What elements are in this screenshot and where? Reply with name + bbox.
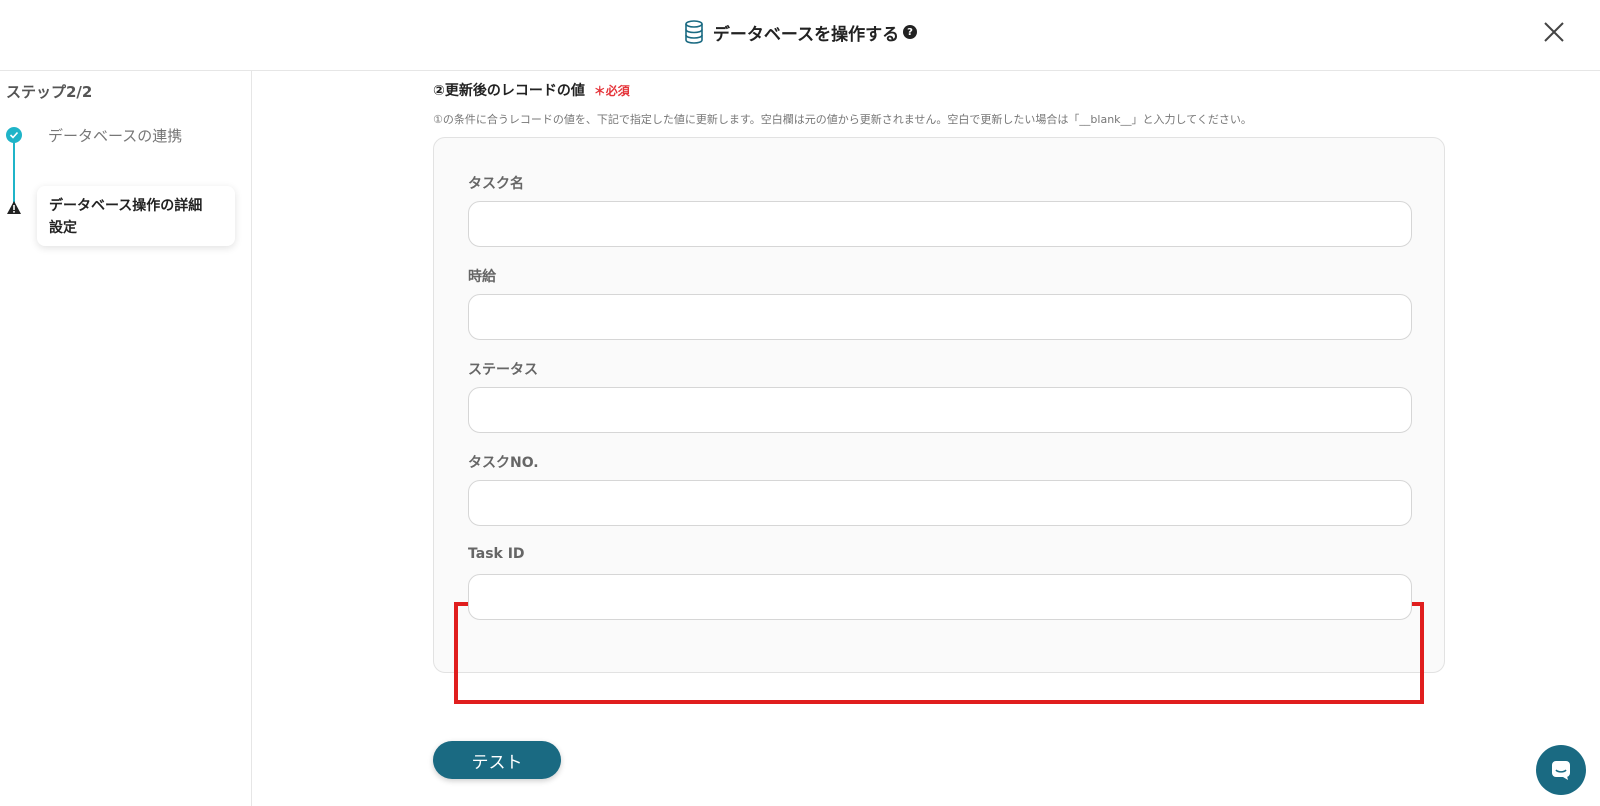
field-label-task-name: タスク名	[468, 176, 524, 192]
sidebar-step-operation-detail[interactable]: データベース操作の詳細 設定	[37, 186, 235, 246]
chat-icon	[1552, 761, 1570, 780]
status-input[interactable]	[468, 387, 1412, 433]
field-label-task-no: タスクNO.	[468, 455, 539, 471]
header-title-group: データベースを操作する ?	[0, 19, 1600, 45]
required-badge: ＊必須	[593, 84, 630, 98]
help-icon[interactable]: ?	[903, 25, 918, 39]
step-sidebar: ステップ2/2 データベースの連携 データベース操作の詳細 設定	[0, 71, 252, 806]
task-id-input[interactable]	[468, 574, 1412, 620]
close-icon	[1544, 22, 1564, 42]
sidebar-step-database-link[interactable]: データベースの連携	[48, 125, 182, 146]
hourly-wage-input[interactable]	[468, 294, 1412, 340]
check-icon	[6, 127, 22, 143]
step-counter: ステップ2/2	[6, 83, 93, 101]
task-no-input[interactable]	[468, 480, 1412, 526]
section-title-text: ②更新後のレコードの値	[433, 83, 585, 99]
section-description: ①の条件に合うレコードの値を、下記で指定した値に更新します。空白欄は元の値から更…	[433, 113, 1252, 126]
modal-header: データベースを操作する ?	[0, 0, 1600, 71]
form-panel: タスク名 時給 ステータス タスクNO. Task ID	[433, 137, 1445, 704]
section-title: ②更新後のレコードの値 ＊必須	[433, 80, 630, 100]
field-label-hourly-wage: 時給	[468, 269, 496, 285]
close-button[interactable]	[1542, 20, 1566, 44]
task-name-input[interactable]	[468, 201, 1412, 247]
test-button[interactable]: テスト	[433, 741, 561, 779]
step2-label-line2: 設定	[49, 220, 77, 236]
field-label-task-id: Task ID	[468, 546, 525, 562]
field-label-status: ステータス	[468, 362, 538, 378]
database-icon	[683, 19, 705, 45]
warning-icon	[7, 201, 21, 214]
chat-button[interactable]	[1536, 745, 1586, 795]
page-title: データベースを操作する	[712, 24, 900, 45]
step-connector-line	[13, 138, 15, 208]
step2-label-line1: データベース操作の詳細	[49, 198, 203, 214]
